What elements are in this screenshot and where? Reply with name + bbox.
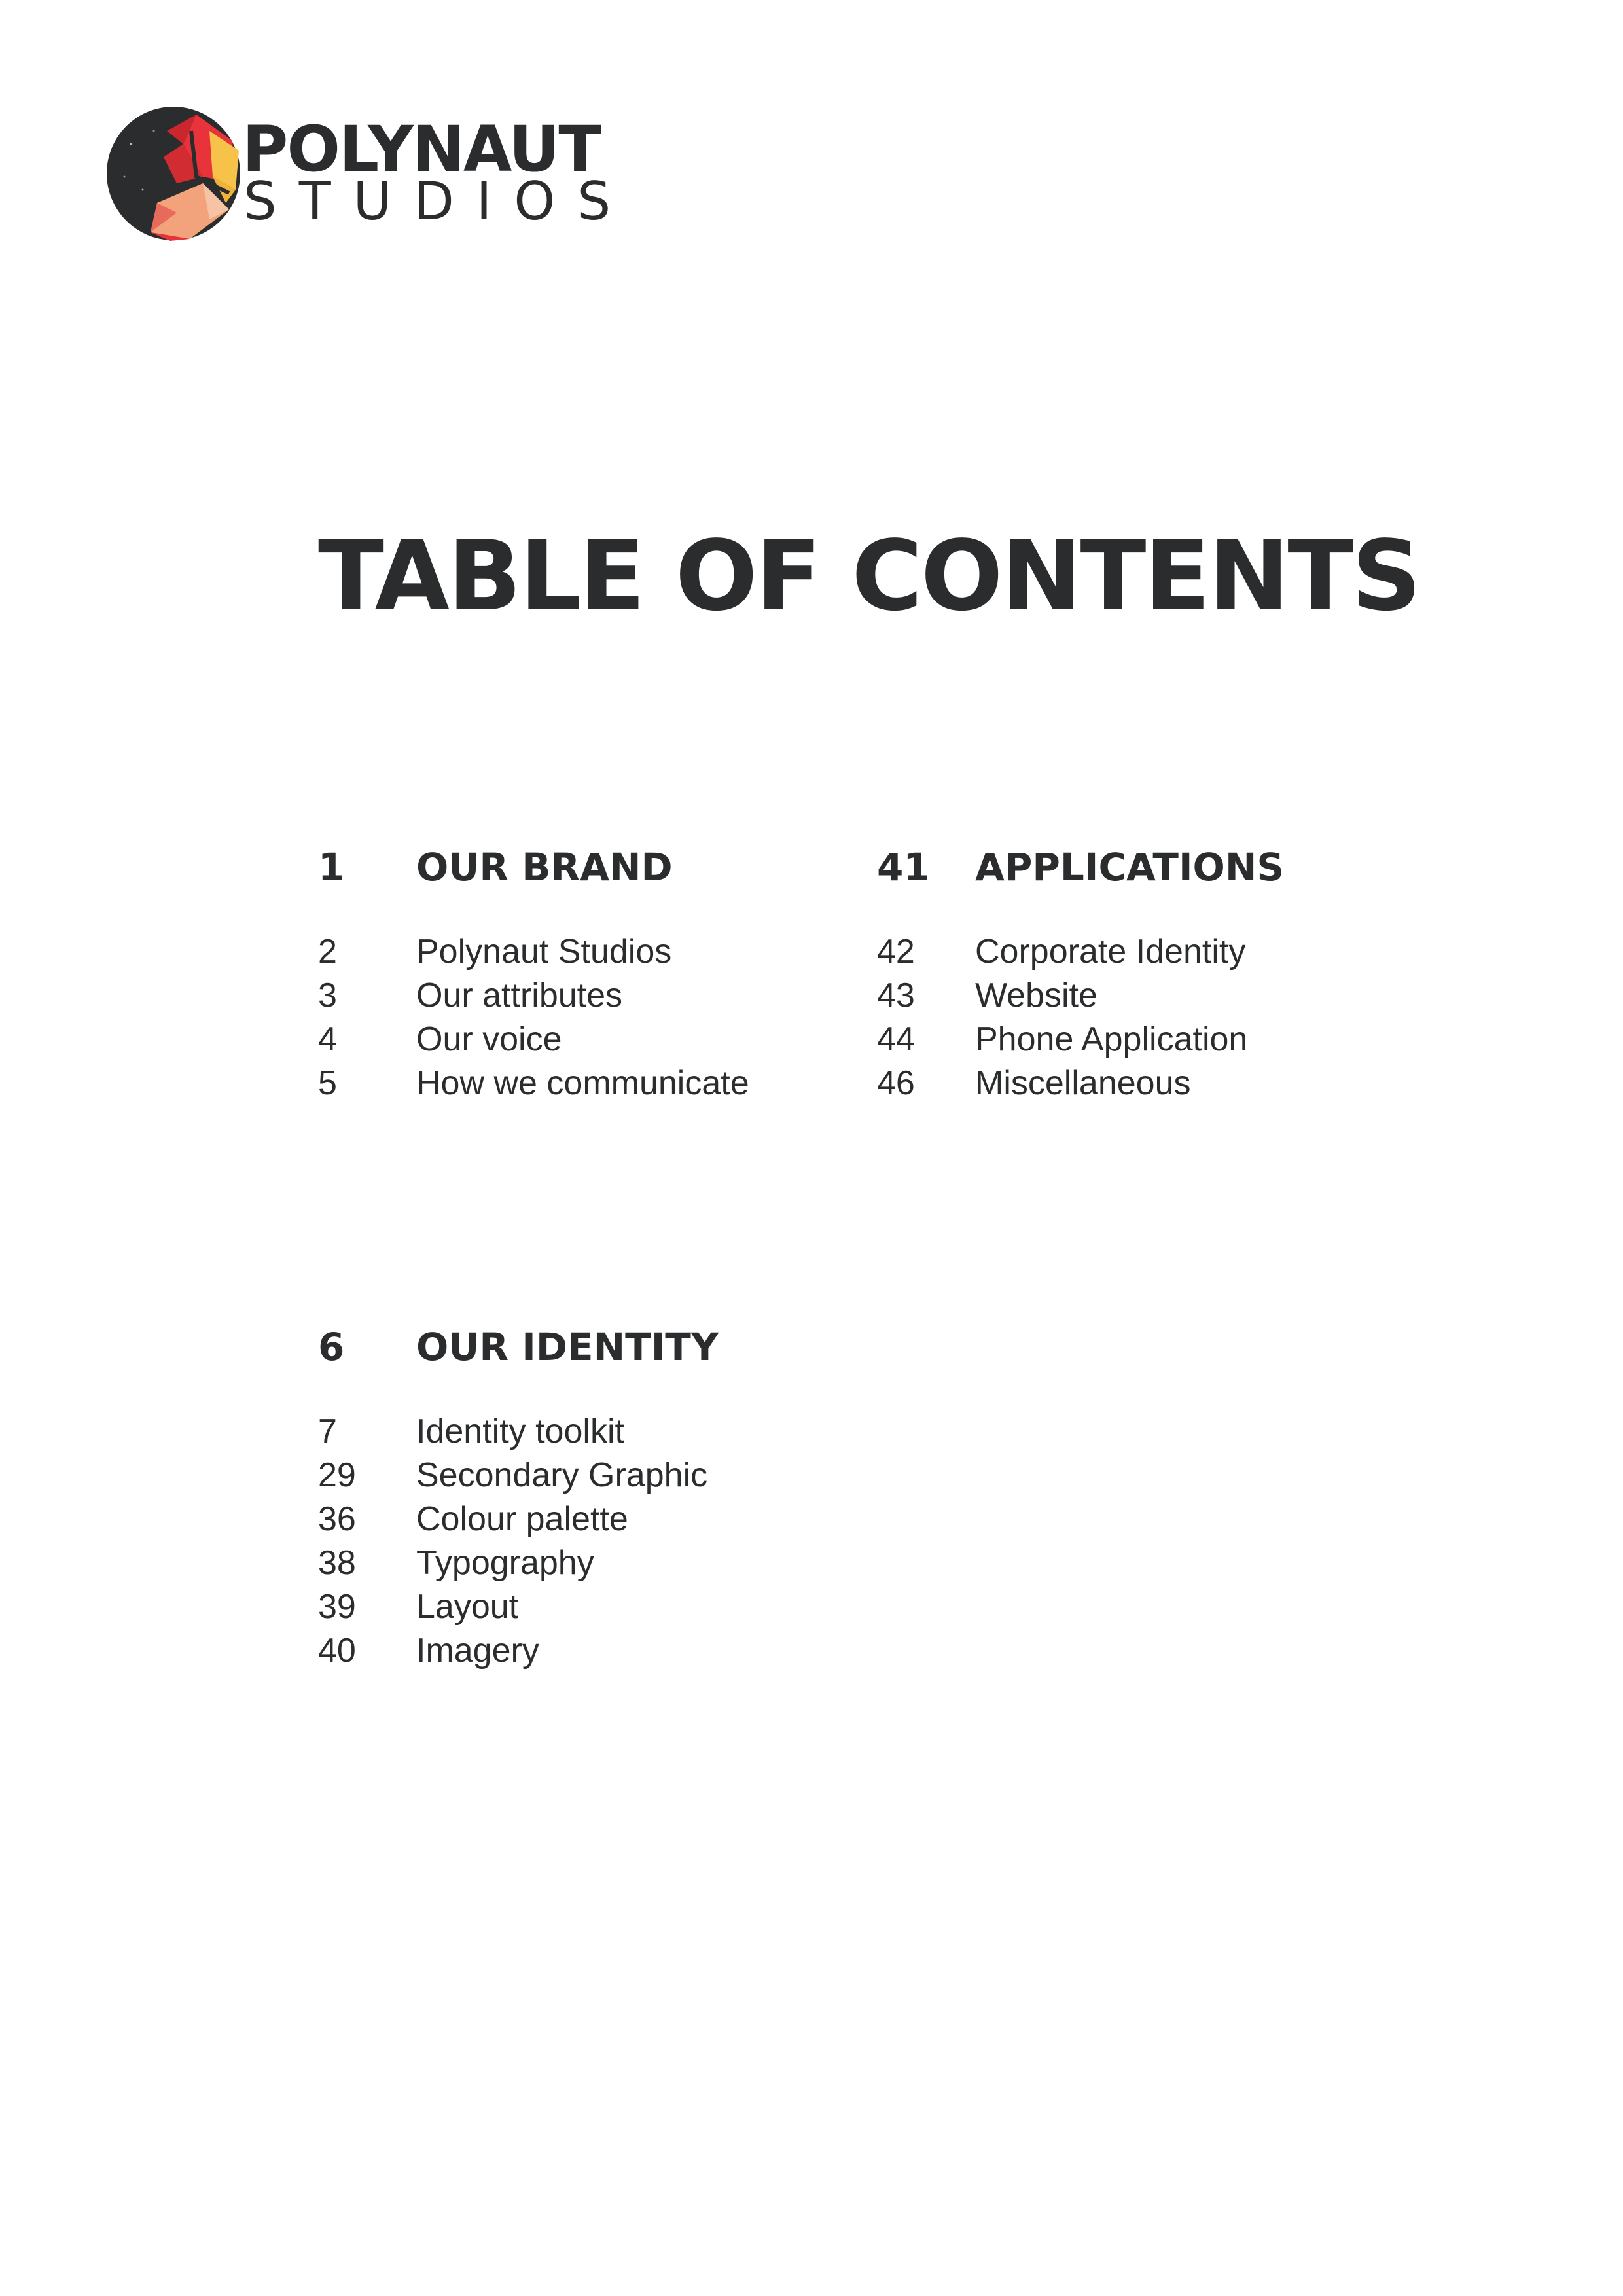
- entry-page-number: 42: [877, 933, 915, 971]
- entry-page-number: 7: [318, 1412, 337, 1450]
- entry-label: Polynaut Studios: [416, 933, 672, 971]
- brand-logo: POLYNAUT STUDIOS: [105, 105, 611, 242]
- toc-entry[interactable]: 4 Our voice: [318, 1018, 842, 1062]
- section-heading[interactable]: 1 OUR BRAND: [318, 841, 842, 893]
- entry-page-number: 5: [318, 1064, 337, 1102]
- astronaut-logo-icon: [107, 107, 240, 241]
- toc-entry[interactable]: 5 How we communicate: [318, 1062, 842, 1105]
- toc-list: 2 Polynaut Studios 3 Our attributes 4 Ou…: [318, 930, 842, 1105]
- toc-entry[interactable]: 38 Typography: [318, 1541, 842, 1585]
- section-page-number: 1: [318, 845, 345, 889]
- entry-page-number: 43: [877, 977, 915, 1014]
- toc-entry[interactable]: 44 Phone Application: [877, 1018, 1400, 1062]
- entry-label: Website: [975, 977, 1097, 1014]
- toc-entry[interactable]: 42 Corporate Identity: [877, 930, 1400, 974]
- section-heading[interactable]: 6 OUR IDENTITY: [318, 1321, 842, 1373]
- entry-label: Typography: [416, 1544, 594, 1582]
- entry-label: Identity toolkit: [416, 1412, 624, 1450]
- toc-list: 7 Identity toolkit 29 Secondary Graphic …: [318, 1410, 842, 1673]
- section-page-number: 41: [877, 845, 930, 889]
- entry-page-number: 39: [318, 1588, 356, 1626]
- entry-page-number: 3: [318, 977, 337, 1014]
- toc-entry[interactable]: 36 Colour palette: [318, 1498, 842, 1541]
- page-title: TABLE OF CONTENTS: [318, 520, 1421, 632]
- section-page-number: 6: [318, 1325, 345, 1369]
- entry-page-number: 40: [318, 1632, 356, 1670]
- entry-label: Phone Application: [975, 1020, 1248, 1058]
- entry-page-number: 29: [318, 1456, 356, 1494]
- brand-name-studios: STUDIOS: [243, 171, 633, 232]
- toc-section-our-identity: 6 OUR IDENTITY 7 Identity toolkit 29 Sec…: [318, 1321, 842, 1673]
- entry-label: Our attributes: [416, 977, 623, 1014]
- toc-section-applications: 41 APPLICATIONS 42 Corporate Identity 43…: [877, 841, 1400, 1105]
- toc-entry[interactable]: 29 Secondary Graphic: [318, 1454, 842, 1498]
- toc-section-our-brand: 1 OUR BRAND 2 Polynaut Studios 3 Our att…: [318, 841, 842, 1105]
- entry-page-number: 2: [318, 933, 337, 971]
- section-heading[interactable]: 41 APPLICATIONS: [877, 841, 1400, 893]
- entry-label: Miscellaneous: [975, 1064, 1191, 1102]
- entry-label: How we communicate: [416, 1064, 749, 1102]
- entry-label: Layout: [416, 1588, 519, 1626]
- entry-page-number: 38: [318, 1544, 356, 1582]
- toc-list: 42 Corporate Identity 43 Website 44 Phon…: [877, 930, 1400, 1105]
- section-title: OUR IDENTITY: [416, 1325, 719, 1369]
- entry-page-number: 36: [318, 1500, 356, 1538]
- section-title: APPLICATIONS: [975, 845, 1285, 889]
- toc-entry[interactable]: 40 Imagery: [318, 1629, 842, 1673]
- toc-entry[interactable]: 43 Website: [877, 974, 1400, 1018]
- section-title: OUR BRAND: [416, 845, 673, 889]
- toc-entry[interactable]: 2 Polynaut Studios: [318, 930, 842, 974]
- toc-entry[interactable]: 46 Miscellaneous: [877, 1062, 1400, 1105]
- entry-label: Colour palette: [416, 1500, 628, 1538]
- toc-entry[interactable]: 7 Identity toolkit: [318, 1410, 842, 1454]
- entry-label: Secondary Graphic: [416, 1456, 708, 1494]
- toc-entry[interactable]: 39 Layout: [318, 1585, 842, 1629]
- entry-page-number: 44: [877, 1020, 915, 1058]
- entry-label: Imagery: [416, 1632, 539, 1670]
- entry-page-number: 4: [318, 1020, 337, 1058]
- entry-label: Corporate Identity: [975, 933, 1246, 971]
- entry-label: Our voice: [416, 1020, 562, 1058]
- entry-page-number: 46: [877, 1064, 915, 1102]
- toc-entry[interactable]: 3 Our attributes: [318, 974, 842, 1018]
